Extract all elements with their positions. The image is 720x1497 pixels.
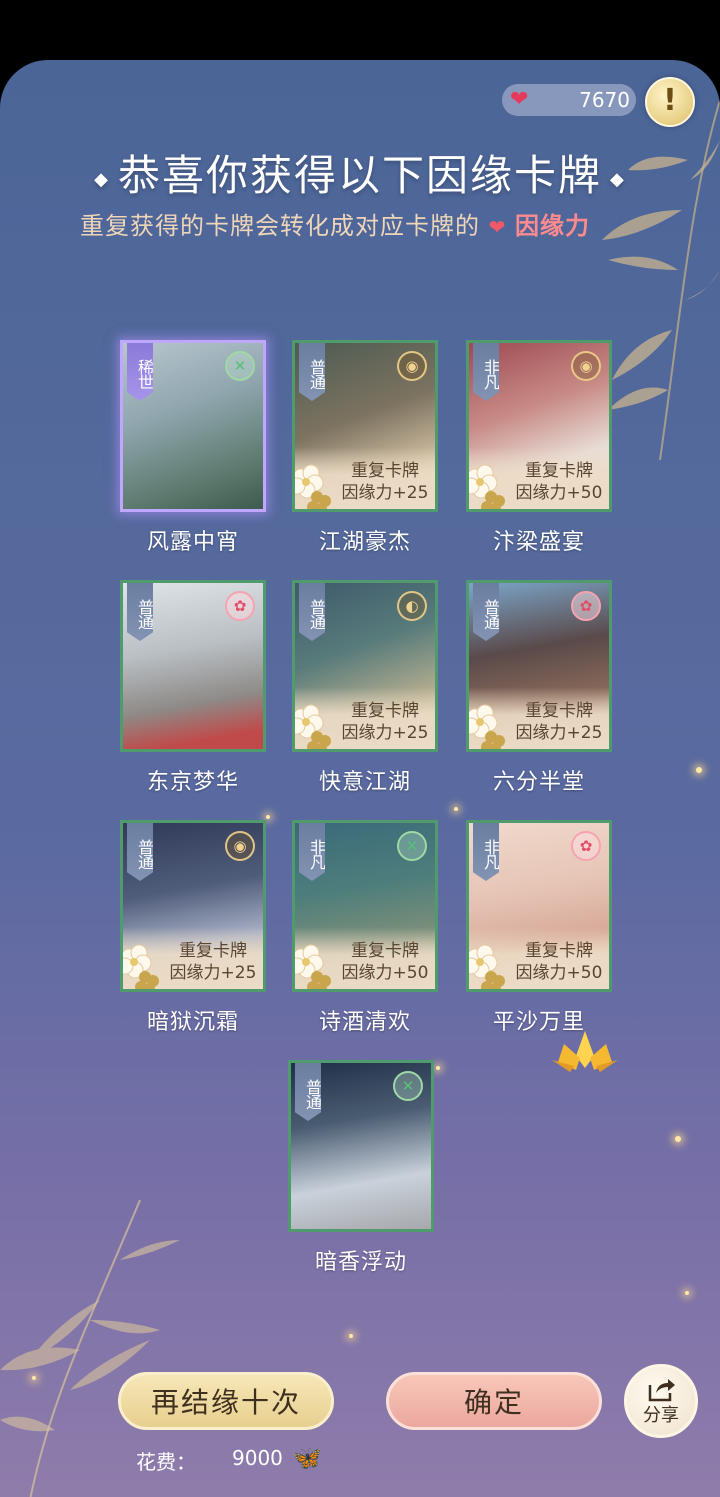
gold-icon: ◉ [397,351,427,381]
sparkle-dot [454,807,458,811]
share-label: 分享 [643,1405,679,1426]
green-icon: ✕ [393,1071,423,1101]
sparkle-dot [349,1334,353,1338]
lotus-lantern-icon [552,1031,618,1072]
card-frame: 普通 ✿ [120,580,266,752]
fan-icon: ◐ [397,591,427,621]
card-item[interactable]: 普通 ◉ 重复卡牌 因缘力+25 暗狱沉霜 [120,820,266,1035]
cost-label: 花费： [136,1450,196,1474]
pink-icon: ✿ [571,831,601,861]
card-frame: 非凡 ✿ 重复卡牌 因缘力+50 [466,820,612,992]
affinity-bonus: 因缘力+50 [341,963,429,983]
card-frame: 普通 ✿ 重复卡牌 因缘力+25 [466,580,612,752]
rarity-badge: 非凡 [299,823,325,881]
card-item[interactable]: 普通 ✿ 东京梦华 [120,580,266,795]
affinity-bonus: 因缘力+25 [169,963,257,983]
rarity-badge: 普通 [299,343,325,401]
card-name: 汴梁盛宴 [492,530,585,555]
card-item[interactable]: 稀世 ✕ 风露中宵 [120,340,266,555]
rarity-badge: 稀世 [127,343,153,401]
diamond-ornament-icon: ◆ [94,168,110,190]
card-name: 暗狱沉霜 [146,1010,239,1035]
rarity-badge: 非凡 [473,343,499,401]
affinity-bonus: 因缘力+50 [515,483,603,503]
rarity-badge: 普通 [473,583,499,641]
sparkle-dot [685,1291,689,1295]
card-item[interactable]: 普通 ◐ 重复卡牌 因缘力+25 快意江湖 [292,580,438,795]
card-item[interactable]: 非凡 ✿ 重复卡牌 因缘力+50 平沙万里 [466,820,612,1035]
cost-row: 花费： 9000 🦋 [136,1444,322,1475]
cost-value: 9000 [232,1446,283,1470]
confirm-button[interactable]: 确定 [386,1372,602,1430]
card-name: 江湖豪杰 [318,530,411,555]
share-button[interactable]: 分享 [624,1364,698,1438]
pink-icon: ✿ [225,591,255,621]
card-item[interactable]: 非凡 ◉ 重复卡牌 因缘力+50 汴梁盛宴 [466,340,612,555]
card-name: 暗香浮动 [314,1250,407,1275]
sparkle-dot [436,1066,440,1070]
card-frame: 非凡 ✕ 重复卡牌 因缘力+50 [292,820,438,992]
rarity-badge: 普通 [127,823,153,881]
card-item[interactable]: 普通 ✕ 暗香浮动 [288,1060,434,1275]
page-title: ◆ 恭喜你获得以下因缘卡牌 ◆ [0,142,720,203]
card-frame: 普通 ◉ 重复卡牌 因缘力+25 [292,340,438,512]
heart-icon: ❤ [488,215,507,239]
green-icon: ✕ [225,351,255,381]
sparkle-dot [696,767,702,773]
affinity-bonus: 因缘力+25 [515,723,603,743]
card-frame: 稀世 ✕ [120,340,266,512]
affinity-counter: ❤ 7670 [502,84,636,116]
sparkle-dot [266,815,270,819]
affinity-bonus: 因缘力+25 [341,723,429,743]
hearts-icon: ❤ [510,87,529,112]
draw-again-button[interactable]: 再结缘十次 [118,1372,334,1430]
rarity-badge: 普通 [295,1063,321,1121]
info-button[interactable]: ! [645,77,695,127]
card-name: 快意江湖 [318,770,411,795]
card-frame: 普通 ◉ 重复卡牌 因缘力+25 [120,820,266,992]
diamond-ornament-icon: ◆ [610,168,626,190]
card-frame: 普通 ✕ [288,1060,434,1232]
sparkle-dot [32,1376,36,1380]
share-icon [648,1379,675,1402]
subtitle-text: 重复获得的卡牌会转化成对应卡牌的 [80,212,480,240]
affinity-bonus: 因缘力+50 [515,963,603,983]
card-item[interactable]: 普通 ◉ 重复卡牌 因缘力+25 江湖豪杰 [292,340,438,555]
card-name: 东京梦华 [146,770,239,795]
rarity-badge: 非凡 [473,823,499,881]
card-item[interactable]: 非凡 ✕ 重复卡牌 因缘力+50 诗酒清欢 [292,820,438,1035]
gold-icon: ◉ [225,831,255,861]
pink-icon: ✿ [571,591,601,621]
card-frame: 普通 ◐ 重复卡牌 因缘力+25 [292,580,438,752]
card-name: 诗酒清欢 [318,1010,411,1035]
subtitle-emphasis: 因缘力 [515,211,591,240]
card-frame: 非凡 ◉ 重复卡牌 因缘力+50 [466,340,612,512]
page-subtitle: 重复获得的卡牌会转化成对应卡牌的 ❤ 因缘力 [80,206,680,241]
butterfly-icon: 🦋 [292,1444,322,1472]
affinity-count: 7670 [579,88,630,112]
gold-icon: ◉ [571,351,601,381]
rarity-badge: 普通 [127,583,153,641]
sparkle-dot [675,1136,681,1142]
green-icon: ✕ [397,831,427,861]
affinity-bonus: 因缘力+25 [341,483,429,503]
rarity-badge: 普通 [299,583,325,641]
title-text: 恭喜你获得以下因缘卡牌 [117,151,602,200]
card-name: 风露中宵 [146,530,239,555]
card-item[interactable]: 普通 ✿ 重复卡牌 因缘力+25 六分半堂 [466,580,612,795]
card-name: 六分半堂 [492,770,585,795]
